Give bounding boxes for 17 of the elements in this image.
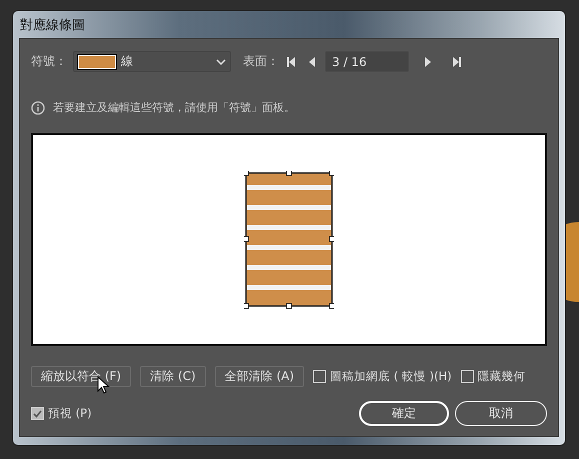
ok-button[interactable]: 確定 xyxy=(359,401,449,426)
check-icon xyxy=(33,410,42,418)
option-checkbox[interactable]: 隱藏幾何 xyxy=(460,369,526,384)
tool-button[interactable]: 清除 (C) xyxy=(140,366,206,387)
symbol-dropdown[interactable]: 線 xyxy=(73,51,231,72)
info-text: 若要建立及編輯這些符號，請使用「符號」面板。 xyxy=(53,100,295,115)
surface-label: 表面： xyxy=(243,53,279,70)
option-checkbox[interactable]: 圖稿加網底 ( 較慢 )(H) xyxy=(313,369,452,384)
tool-button[interactable]: 全部清除 (A) xyxy=(214,366,304,387)
page-field[interactable]: 3 / 16 xyxy=(325,51,409,72)
preview-checkbox[interactable]: 預視 (P) xyxy=(31,406,92,421)
info-icon xyxy=(31,100,45,114)
symbol-label: 符號： xyxy=(31,53,67,70)
chevron-down-icon xyxy=(216,58,226,64)
symbol-swatch-icon xyxy=(78,54,116,68)
window-title: 對應線條圖 xyxy=(19,16,86,34)
cancel-button[interactable]: 取消 xyxy=(455,401,547,426)
